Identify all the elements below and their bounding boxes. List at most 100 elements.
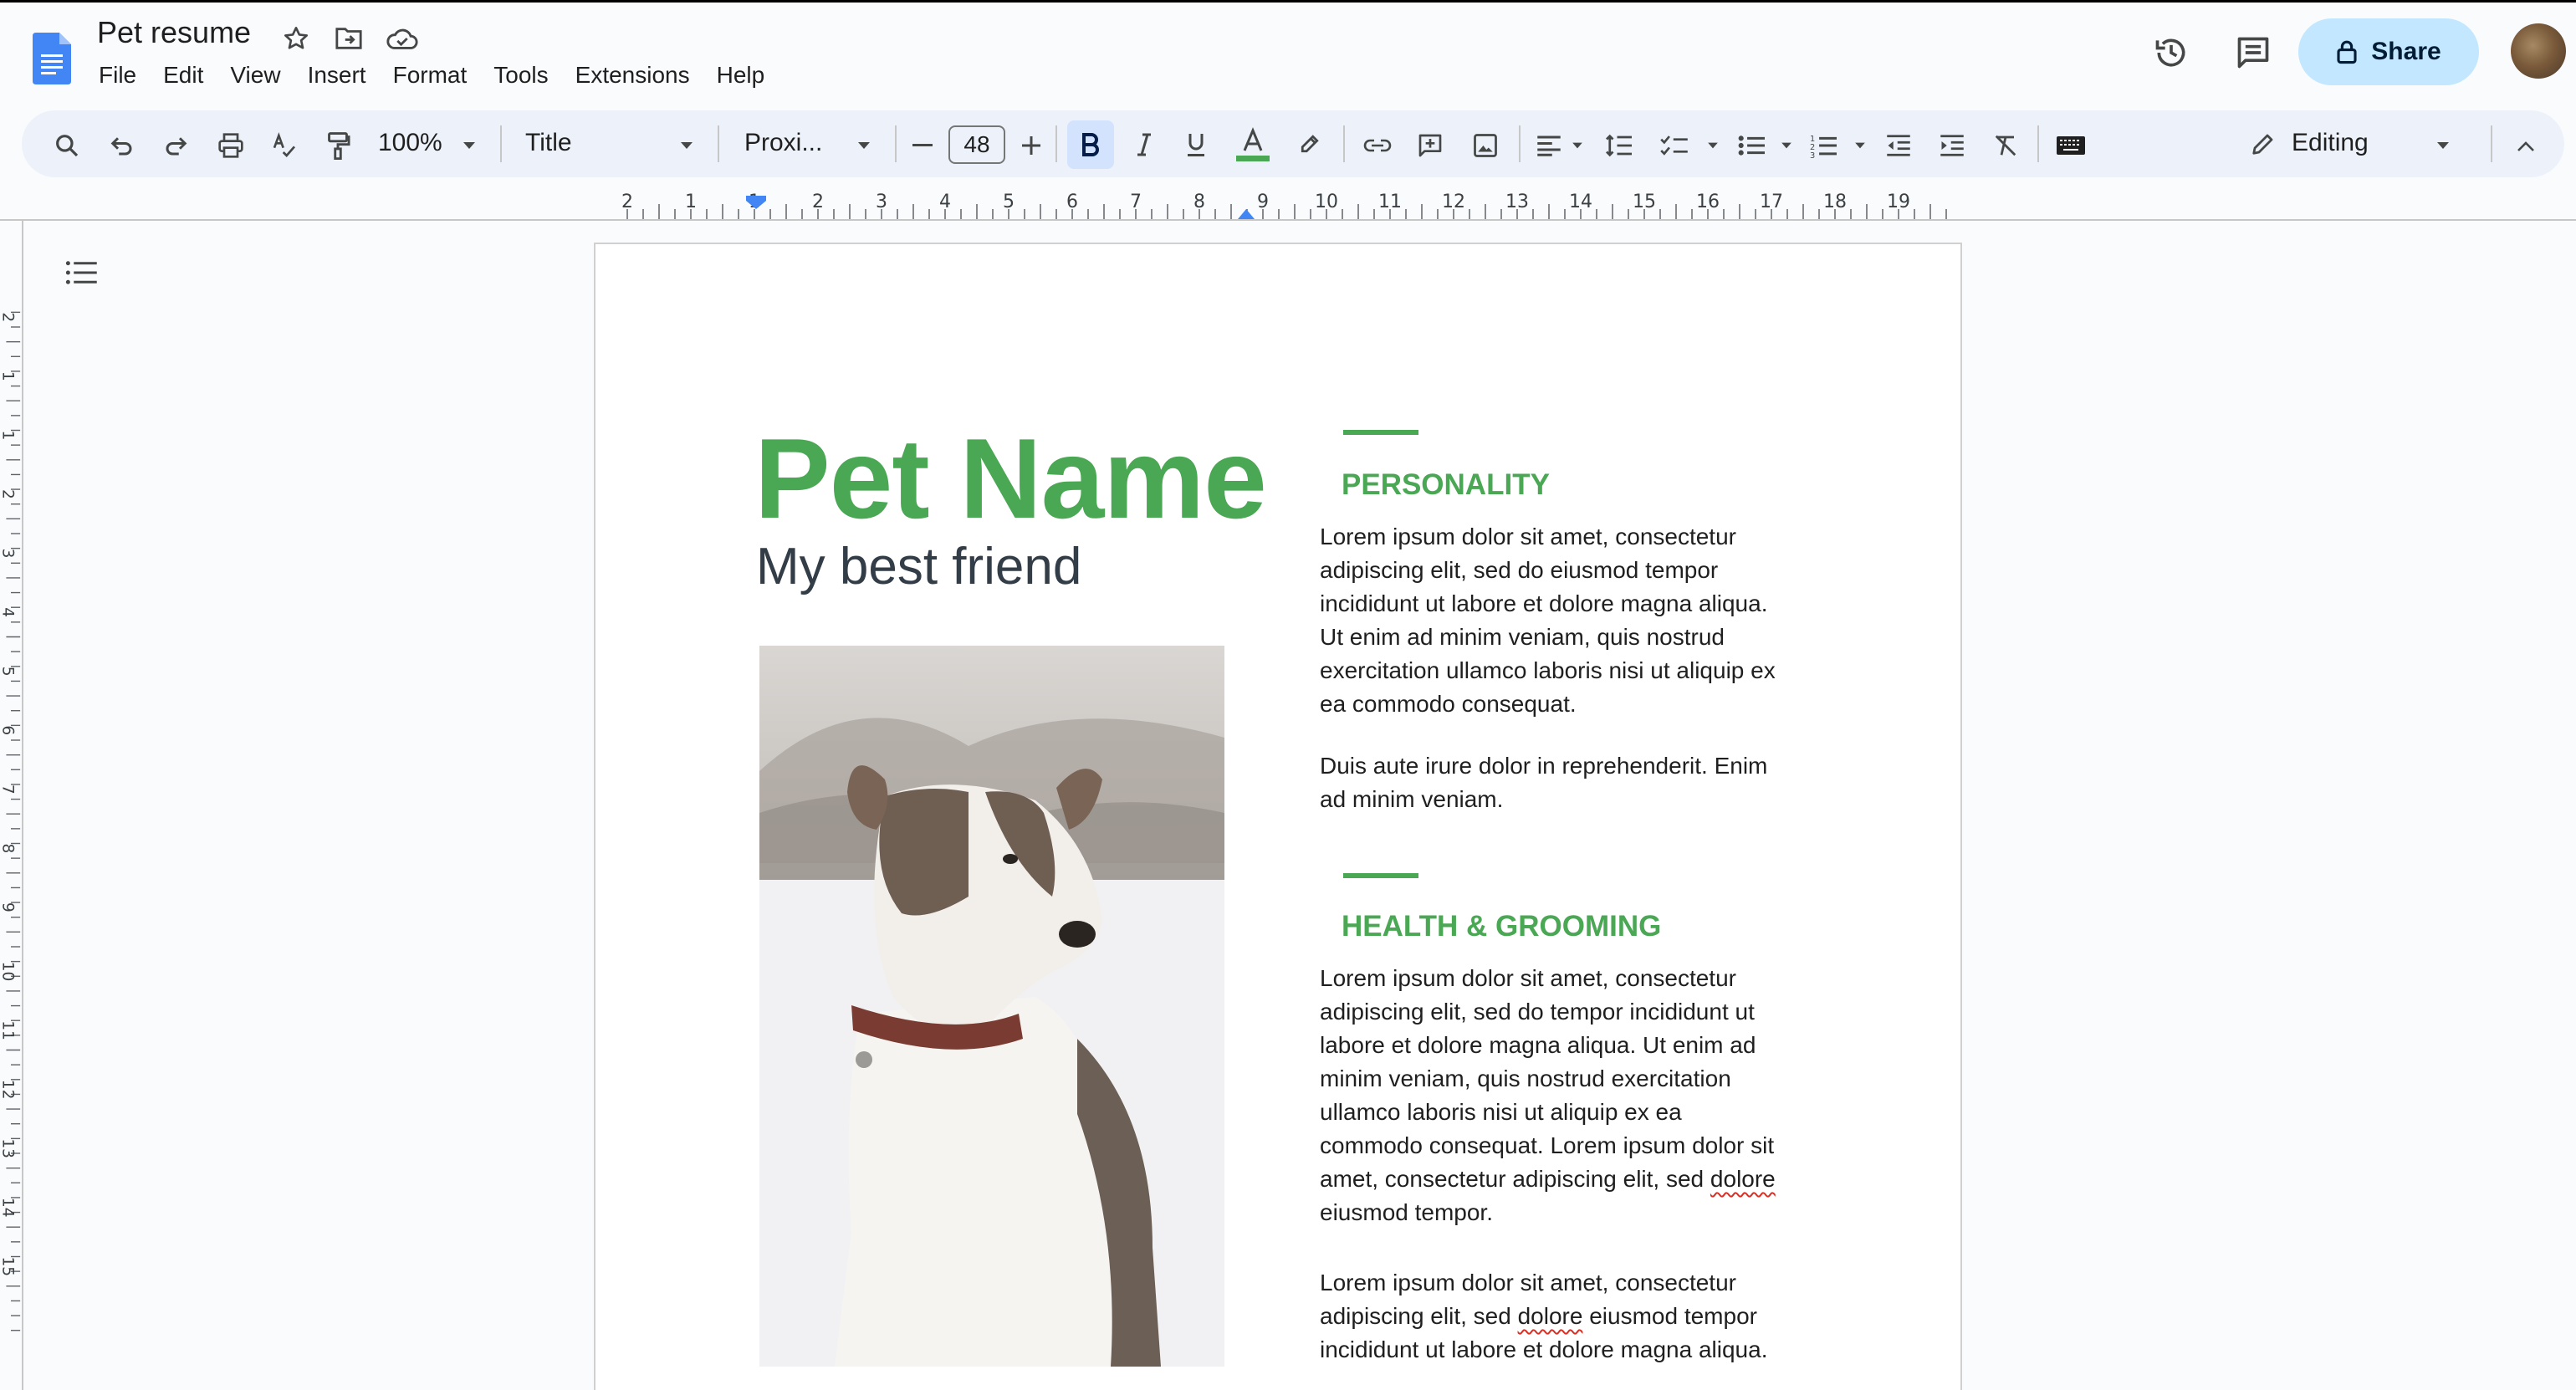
- decrease-font-size-icon[interactable]: [910, 130, 935, 161]
- increase-font-size-icon[interactable]: [1017, 130, 1045, 161]
- style-dropdown-icon[interactable]: [674, 135, 699, 156]
- text-color-icon[interactable]: [1233, 125, 1273, 164]
- text-line: commodo consequat. Lorem ipsum dolor sit: [1320, 1132, 1775, 1158]
- align-icon[interactable]: [1532, 129, 1566, 162]
- image-icon[interactable]: [1469, 129, 1502, 162]
- ruler-label: 12: [0, 1080, 17, 1100]
- text-line: Duis aute irure dolor in reprehenderit. …: [1320, 753, 1768, 779]
- font-dropdown-icon[interactable]: [851, 135, 877, 156]
- collapse-menus-icon[interactable]: [2509, 132, 2543, 161]
- text-line: Lorem ipsum dolor sit amet, consectetur: [1320, 524, 1736, 549]
- share-button[interactable]: Share: [2298, 18, 2479, 85]
- clear-formatting-icon[interactable]: [1989, 129, 2022, 162]
- version-history-icon[interactable]: [2149, 32, 2193, 74]
- docs-logo-icon[interactable]: [28, 27, 75, 90]
- document-outline-icon[interactable]: [62, 256, 100, 289]
- menu-tools[interactable]: Tools: [493, 62, 548, 89]
- ruler-label: 3: [0, 549, 17, 559]
- keyboard-icon[interactable]: [2054, 130, 2088, 161]
- bold-icon[interactable]: [1074, 127, 1107, 162]
- search-icon[interactable]: [50, 129, 84, 162]
- window-top-border: [0, 0, 2576, 3]
- move-folder-icon[interactable]: [333, 23, 365, 54]
- menu-help[interactable]: Help: [717, 62, 765, 89]
- menu-insert[interactable]: Insert: [308, 62, 366, 89]
- redo-icon[interactable]: [159, 129, 192, 162]
- heading-health-grooming[interactable]: HEALTH & GROOMING: [1342, 910, 1661, 943]
- vertical-ruler[interactable]: 21123456789101112131415: [0, 221, 23, 1390]
- bullet-list-icon[interactable]: [1735, 129, 1768, 162]
- font-size-input[interactable]: 48: [948, 125, 1005, 164]
- ruler-label: 16: [1696, 192, 1720, 212]
- text-line: adipiscing elit, sed dolore eiusmod temp…: [1320, 1303, 1757, 1329]
- paragraph-personality-1[interactable]: Lorem ipsum dolor sit amet, consectetur …: [1320, 520, 1805, 721]
- menu-view[interactable]: View: [230, 62, 280, 89]
- comments-icon[interactable]: [2231, 32, 2275, 74]
- ruler-label: 3: [876, 192, 887, 212]
- line-spacing-icon[interactable]: [1602, 129, 1636, 162]
- paragraph-personality-2[interactable]: Duis aute irure dolor in reprehenderit. …: [1320, 749, 1805, 816]
- text-line: incididunt ut labore et dolore magna ali…: [1320, 590, 1768, 616]
- increase-indent-icon[interactable]: [1935, 129, 1969, 162]
- ruler-label: 12: [1442, 192, 1465, 212]
- text-line: ad minim veniam.: [1320, 786, 1504, 812]
- highlight-icon[interactable]: [1293, 127, 1326, 161]
- numbered-dropdown-icon[interactable]: [1850, 135, 1870, 156]
- svg-text:3: 3: [1810, 151, 1815, 158]
- text-line: adipiscing elit, sed do tempor incididun…: [1320, 999, 1755, 1025]
- spelling-error-mark[interactable]: dolore: [1710, 1166, 1776, 1192]
- menu-bar: File Edit View Insert Format Tools Exten…: [99, 62, 791, 89]
- avatar[interactable]: [2511, 23, 2566, 79]
- ruler-label: 15: [0, 1257, 17, 1277]
- menu-file[interactable]: File: [99, 62, 136, 89]
- dog-photo[interactable]: [759, 646, 1224, 1367]
- ruler-label: 19: [1887, 192, 1910, 212]
- numbered-list-icon[interactable]: 123: [1807, 129, 1840, 162]
- star-icon[interactable]: [281, 23, 311, 54]
- right-margin-marker: [1238, 209, 1255, 219]
- paragraph-style-select[interactable]: Title: [525, 129, 572, 157]
- checklist-dropdown-icon[interactable]: [1703, 135, 1723, 156]
- lock-icon: [2336, 39, 2358, 64]
- bullet-dropdown-icon[interactable]: [1776, 135, 1797, 156]
- underline-icon[interactable]: [1179, 127, 1213, 162]
- cloud-saved-icon[interactable]: [385, 23, 420, 54]
- align-dropdown-icon[interactable]: [1567, 135, 1587, 156]
- ruler-label: 4: [939, 192, 951, 212]
- spellcheck-icon[interactable]: [268, 129, 301, 162]
- ruler-label: 6: [1066, 192, 1078, 212]
- text-line: incididunt ut labore et dolore magna ali…: [1320, 1336, 1768, 1362]
- ruler-label: 11: [0, 1020, 17, 1040]
- ruler-label: 9: [0, 902, 17, 912]
- subtitle[interactable]: My best friend: [756, 537, 1081, 596]
- print-icon[interactable]: [214, 129, 248, 162]
- document-title[interactable]: Pet resume: [97, 15, 251, 50]
- menu-extensions[interactable]: Extensions: [575, 62, 690, 89]
- zoom-select[interactable]: 100%: [378, 129, 442, 157]
- italic-icon[interactable]: [1127, 127, 1161, 162]
- text-line: ea commodo consequat.: [1320, 691, 1577, 717]
- menu-format[interactable]: Format: [393, 62, 468, 89]
- undo-icon[interactable]: [105, 129, 139, 162]
- checklist-icon[interactable]: [1658, 129, 1691, 162]
- ruler-label: 4: [0, 607, 17, 617]
- paint-format-icon[interactable]: [321, 129, 355, 162]
- ruler-label: 1: [0, 371, 17, 381]
- paragraph-health-1[interactable]: Lorem ipsum dolor sit amet, consectetur …: [1320, 962, 1805, 1229]
- editing-mode-select[interactable]: Editing: [2292, 129, 2369, 157]
- ruler-label: 10: [1315, 192, 1338, 212]
- mode-dropdown-icon[interactable]: [2430, 135, 2456, 156]
- font-select[interactable]: Proxi...: [744, 129, 822, 157]
- pet-name-title[interactable]: Pet Name: [754, 413, 1267, 544]
- menu-edit[interactable]: Edit: [163, 62, 203, 89]
- add-comment-icon[interactable]: [1413, 129, 1447, 162]
- ruler-label: 14: [0, 1198, 17, 1218]
- spelling-error-mark[interactable]: dolore: [1518, 1303, 1583, 1329]
- zoom-dropdown-icon[interactable]: [457, 135, 482, 156]
- ruler-label: 11: [1378, 192, 1402, 212]
- link-icon[interactable]: [1360, 129, 1395, 162]
- paragraph-health-2[interactable]: Lorem ipsum dolor sit amet, consectetur …: [1320, 1266, 1805, 1367]
- heading-personality[interactable]: PERSONALITY: [1342, 468, 1550, 502]
- horizontal-ruler[interactable]: 2112345678910111213141516171819: [597, 186, 1960, 221]
- decrease-indent-icon[interactable]: [1882, 129, 1915, 162]
